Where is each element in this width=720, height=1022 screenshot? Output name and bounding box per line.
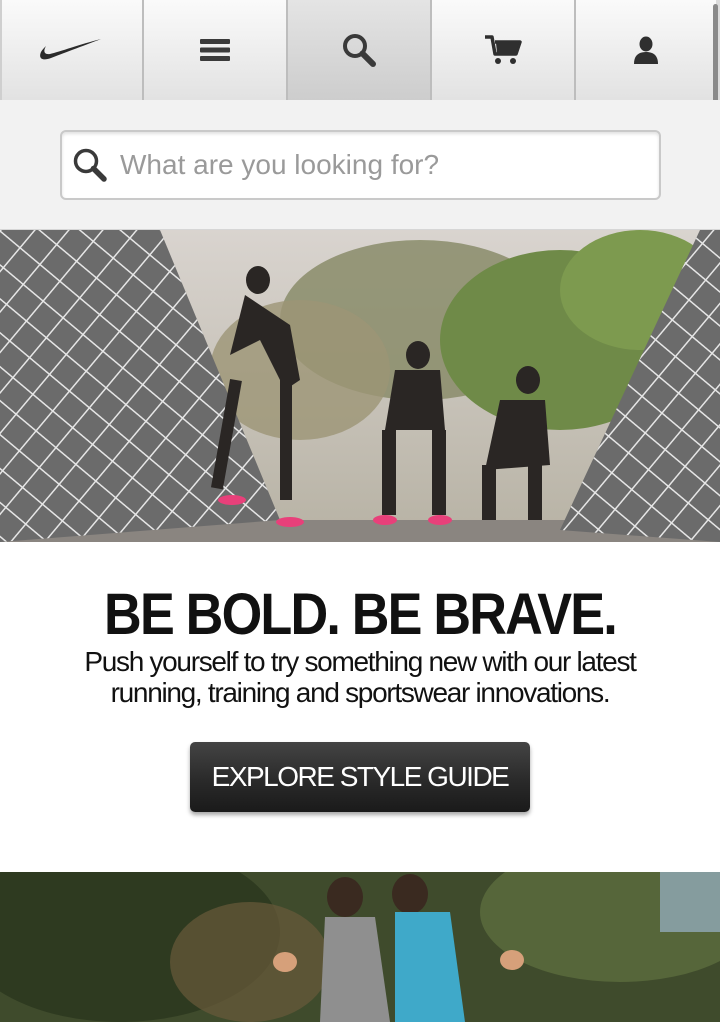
top-nav-bar xyxy=(0,0,720,100)
runners-photo-illustration xyxy=(0,872,720,1022)
hero-image-runners xyxy=(0,872,720,1022)
hero-image-athletes xyxy=(0,230,720,542)
search-nav-button[interactable] xyxy=(288,0,432,100)
nike-logo-button[interactable] xyxy=(0,0,144,100)
account-button[interactable] xyxy=(576,0,716,100)
cart-icon xyxy=(485,35,522,64)
user-icon xyxy=(634,36,658,64)
cart-button[interactable] xyxy=(432,0,576,100)
search-input[interactable] xyxy=(120,140,640,190)
search-icon xyxy=(73,148,107,182)
promo-description: Push yourself to try something new with … xyxy=(84,646,637,708)
explore-style-guide-button[interactable]: EXPLORE STYLE GUIDE xyxy=(190,742,530,812)
search-area xyxy=(0,100,720,230)
menu-button[interactable] xyxy=(144,0,288,100)
hero-photo-illustration xyxy=(0,230,720,542)
search-icon xyxy=(343,34,376,67)
promo-section: BE BOLD. BE BRAVE. Push yourself to try … xyxy=(0,542,720,872)
menu-icon xyxy=(200,39,230,61)
promo-title: BE BOLD. BE BRAVE. xyxy=(104,582,618,647)
search-box[interactable] xyxy=(60,130,661,200)
nike-swoosh-logo xyxy=(40,39,101,60)
